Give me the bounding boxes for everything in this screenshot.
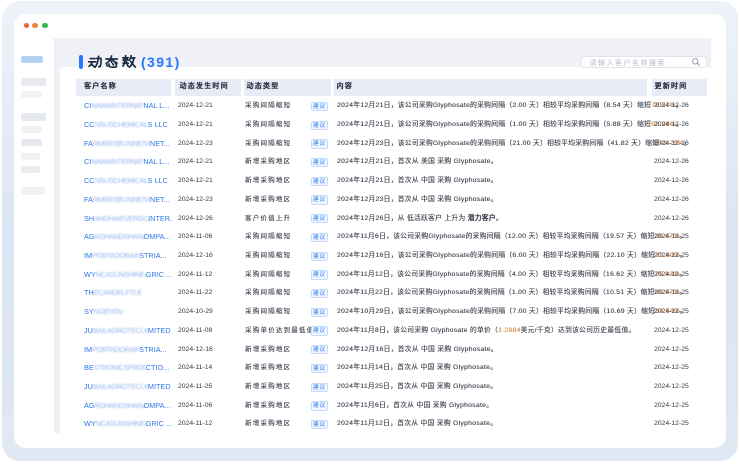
svg-text:(391): (391) — [141, 54, 181, 70]
